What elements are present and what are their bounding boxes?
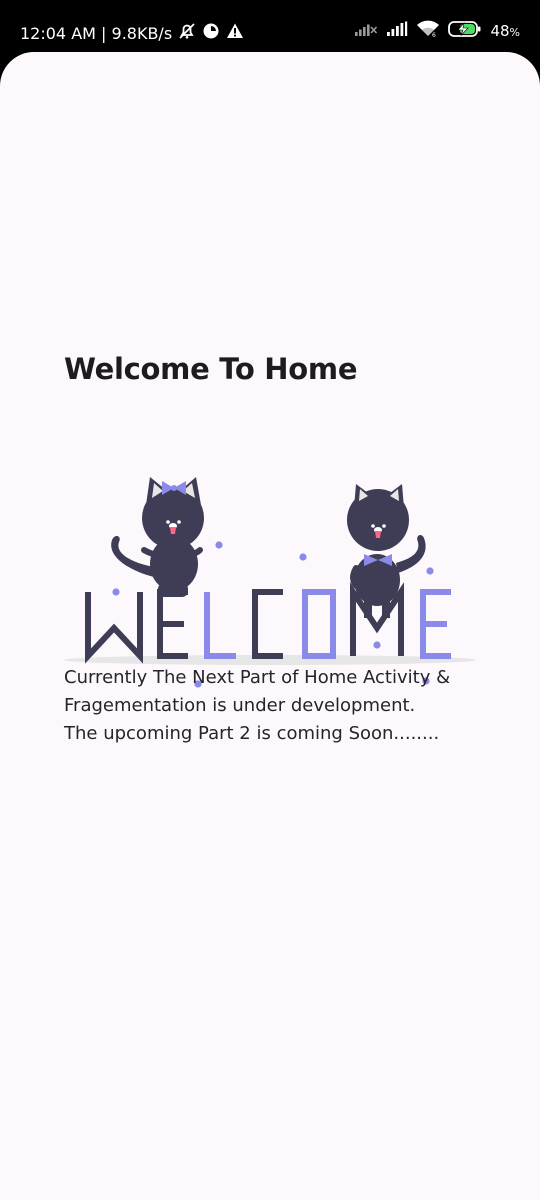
right-cat-body [354,554,400,606]
wifi-icon: 6 [416,20,440,42]
page-title: Welcome To Home [64,352,358,386]
confetti-dot [112,588,120,596]
status-left: 12:04 AM | 9.8KB/s [20,22,244,44]
letter-L [204,592,236,659]
letter-W [85,592,143,664]
letter-E2 [420,589,451,659]
signal-icon [386,21,408,41]
status-time-speed: 12:04 AM | 9.8KB/s [20,23,173,43]
confetti-dot [373,641,381,649]
svg-text:6: 6 [432,32,436,38]
battery-percent-value: 48 [490,22,510,40]
left-cat-leg [158,583,188,597]
battery-charging-icon [448,20,482,42]
letter-E [157,589,188,659]
mute-bell-icon [178,22,196,44]
battery-level: 48% [490,22,520,40]
right-cat-leg [382,600,390,618]
confetti-dot [215,541,223,549]
signal-x-icon [354,21,378,41]
confetti-dot [426,567,434,575]
confetti-dot [299,553,307,561]
battery-percent-unit: % [509,26,520,39]
welcome-lettering [85,582,451,664]
data-saver-icon [202,22,220,44]
warning-icon [226,22,244,44]
development-message: Currently The Next Part of Home Activity… [64,667,451,744]
right-cat-leg [364,600,372,618]
letter-C [252,589,283,659]
status-right: 6 48% [354,20,520,42]
left-cat [111,477,204,597]
letter-O [302,589,336,659]
